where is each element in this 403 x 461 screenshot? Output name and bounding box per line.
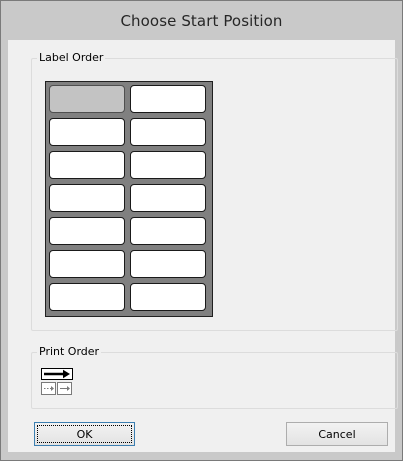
choose-start-position-dialog: Choose Start Position Label Order Print … bbox=[0, 0, 403, 461]
dialog-content: Label Order Print Order OK Cancel bbox=[8, 40, 398, 452]
ok-button[interactable]: OK bbox=[34, 422, 135, 446]
label-cell[interactable] bbox=[49, 217, 125, 245]
label-cell[interactable] bbox=[130, 217, 206, 245]
focus-rectangle bbox=[37, 425, 132, 443]
label-cell[interactable] bbox=[130, 118, 206, 146]
label-cell[interactable] bbox=[49, 85, 125, 113]
cancel-button[interactable]: Cancel bbox=[286, 422, 388, 446]
window-frame-left bbox=[1, 40, 8, 460]
label-cell[interactable] bbox=[49, 184, 125, 212]
print-order-legend: Print Order bbox=[37, 345, 102, 358]
label-cell[interactable] bbox=[130, 85, 206, 113]
cancel-button-label: Cancel bbox=[318, 427, 356, 441]
label-cell[interactable] bbox=[130, 250, 206, 278]
label-cell[interactable] bbox=[49, 250, 125, 278]
print-order-group bbox=[31, 352, 398, 409]
print-order-across-icon[interactable] bbox=[41, 368, 75, 398]
label-sheet bbox=[45, 81, 213, 317]
label-cell[interactable] bbox=[49, 118, 125, 146]
label-order-legend: Label Order bbox=[37, 51, 106, 64]
window-frame-bottom bbox=[1, 452, 402, 460]
label-cell[interactable] bbox=[130, 283, 206, 311]
label-cell[interactable] bbox=[49, 151, 125, 179]
dialog-title: Choose Start Position bbox=[120, 11, 283, 30]
label-cell[interactable] bbox=[130, 151, 206, 179]
label-cell[interactable] bbox=[130, 184, 206, 212]
title-bar[interactable]: Choose Start Position bbox=[1, 1, 402, 40]
label-cell[interactable] bbox=[49, 283, 125, 311]
